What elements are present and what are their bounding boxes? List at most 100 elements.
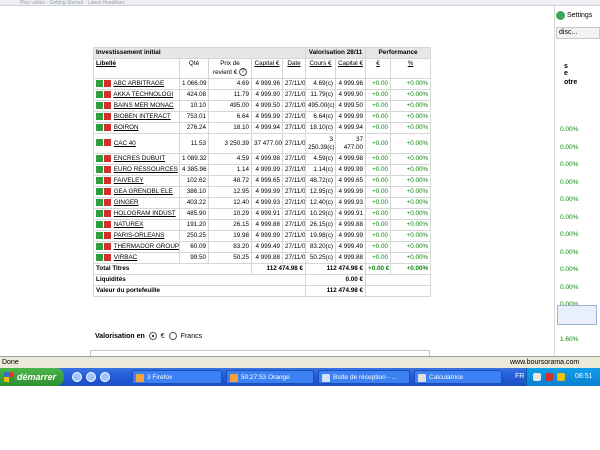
quicklaunch-ie-icon[interactable]	[72, 372, 82, 382]
buy-icon[interactable]	[96, 198, 103, 206]
stock-link[interactable]: ENCRES DUBUIT	[114, 155, 165, 162]
row-perf-pct: +0.00%	[390, 89, 432, 101]
buy-icon[interactable]	[96, 231, 103, 239]
sell-icon[interactable]	[104, 242, 111, 250]
col-capital[interactable]: Capital €	[251, 58, 283, 79]
sell-icon[interactable]	[104, 139, 111, 147]
stock-link[interactable]: CAC 40	[114, 140, 136, 147]
stock-link[interactable]: ABC ARBITRAGE	[113, 80, 164, 87]
sell-icon[interactable]	[104, 187, 111, 195]
stock-link[interactable]: FAIVELEY	[114, 177, 144, 184]
quicklaunch-media-icon[interactable]	[100, 372, 110, 382]
sell-icon[interactable]	[104, 198, 111, 206]
side-ad-banner[interactable]	[557, 305, 597, 325]
stock-link[interactable]: GINGER	[114, 199, 139, 206]
buy-icon[interactable]	[96, 154, 103, 162]
row-qte: 4 385.96	[179, 164, 209, 176]
valuation-label: Valorisation en	[95, 332, 145, 340]
row-capital: 4 999.88	[251, 219, 283, 231]
sell-icon[interactable]	[104, 165, 111, 173]
buy-icon[interactable]	[96, 209, 103, 217]
sell-icon[interactable]	[104, 231, 111, 239]
sell-icon[interactable]	[104, 101, 111, 109]
tray-network-icon[interactable]	[533, 373, 541, 381]
row-prix: 12.40	[208, 197, 252, 209]
task-calculator[interactable]: Calculatrice	[414, 370, 502, 384]
row-prix: 48.72	[208, 175, 252, 187]
row-capital: 4 999.91	[251, 208, 283, 220]
buy-icon[interactable]	[96, 90, 103, 98]
row-cours: 6.64(c)	[305, 111, 337, 123]
buy-icon[interactable]	[96, 112, 103, 120]
sell-icon[interactable]	[104, 79, 111, 87]
col-perf-euro[interactable]: €	[365, 58, 392, 79]
radio-francs-label: Francs	[180, 332, 203, 340]
sell-icon[interactable]	[104, 112, 111, 120]
buy-icon[interactable]	[96, 101, 103, 109]
row-capital-valo: 4 999.49	[335, 241, 367, 253]
row-qte: 403.22	[179, 197, 209, 209]
row-date: 27/11/08	[281, 111, 307, 123]
sell-icon[interactable]	[104, 123, 111, 131]
help-icon[interactable]: ?	[238, 68, 247, 77]
stock-link[interactable]: PARIS-ORLEANS	[114, 232, 165, 239]
side-percent: 0.00%	[560, 126, 579, 133]
col-capital-valo[interactable]: Capital €	[335, 58, 367, 79]
buy-icon[interactable]	[96, 139, 103, 147]
buy-icon[interactable]	[96, 165, 103, 173]
task-firefox[interactable]: 3 Firefox	[132, 370, 222, 384]
stock-link[interactable]: BAINS MER MONAC	[114, 102, 174, 109]
stock-link[interactable]: EURO RESSOURCES	[114, 166, 178, 173]
table-row: CAC 4011.533 250.3937 477.0027/11/083 25…	[93, 133, 432, 154]
buy-icon[interactable]	[96, 242, 103, 250]
row-perf-pct: +0.00%	[390, 186, 432, 198]
language-indicator[interactable]: FR	[515, 368, 524, 386]
sell-icon[interactable]	[104, 154, 111, 162]
browser-status-bar: Done www.boursorama.com	[0, 356, 600, 368]
buy-icon[interactable]	[96, 123, 103, 131]
buy-icon[interactable]	[96, 176, 103, 184]
row-perf-pct: +0.00%	[390, 219, 432, 231]
buy-icon[interactable]	[96, 220, 103, 228]
stock-link[interactable]: GEA GRENOBL ELE	[114, 188, 173, 195]
total-perf-pct: +0.00%	[390, 263, 432, 275]
tray-speaker-icon[interactable]	[557, 373, 565, 381]
stock-link[interactable]: HOLOGRAM INDUST	[114, 210, 176, 217]
row-date: 27/11/08	[281, 186, 307, 198]
start-button[interactable]: démarrer	[0, 368, 64, 386]
stock-link[interactable]: AKKA TECHNOLOGI	[113, 91, 173, 98]
stock-link[interactable]: BOIRON	[114, 124, 139, 131]
radio-francs[interactable]	[168, 332, 177, 340]
row-perf-euro: +0.00	[365, 78, 392, 90]
task-mail[interactable]: Boîte de réception - ...	[318, 370, 410, 384]
radio-euro[interactable]	[148, 332, 157, 340]
task-orange[interactable]: 50:27:53 Orange	[226, 370, 314, 384]
row-perf-pct: +0.00%	[390, 241, 432, 253]
stock-link[interactable]: VIRBAC	[114, 254, 137, 261]
side-percent: 1.60%	[560, 336, 579, 343]
col-perf-pct[interactable]: %	[390, 58, 432, 79]
sell-icon[interactable]	[104, 176, 111, 184]
side-percent: 0.00%	[560, 161, 579, 168]
buy-icon[interactable]	[96, 79, 103, 87]
stock-link[interactable]: BIOBEN INTERACT	[114, 113, 171, 120]
col-cours[interactable]: Cours €	[305, 58, 337, 79]
sell-icon[interactable]	[104, 209, 111, 217]
start-label: démarrer	[17, 372, 57, 382]
sell-icon[interactable]	[104, 220, 111, 228]
sell-icon[interactable]	[104, 90, 111, 98]
col-libelle[interactable]: Libellé	[93, 58, 180, 79]
side-tab[interactable]: disc...	[556, 27, 600, 39]
sell-icon[interactable]	[104, 253, 111, 261]
table-row: FAIVELEY102.6248.724 999.6527/11/0848.72…	[93, 175, 432, 187]
settings-button[interactable]: Settings	[554, 8, 600, 23]
quicklaunch-desktop-icon[interactable]	[86, 372, 96, 382]
tray-antivirus-icon[interactable]	[545, 373, 553, 381]
col-date[interactable]: Date	[281, 58, 307, 79]
system-tray: FR 08:51	[515, 368, 600, 386]
table-row: EURO RESSOURCES 4 385.96 1.14 4 999.99 27/11…	[93, 164, 432, 176]
stock-link[interactable]: THERMADOR GROUP	[114, 243, 179, 250]
buy-icon[interactable]	[96, 187, 103, 195]
stock-link[interactable]: NATUREX	[114, 221, 144, 228]
buy-icon[interactable]	[96, 253, 103, 261]
